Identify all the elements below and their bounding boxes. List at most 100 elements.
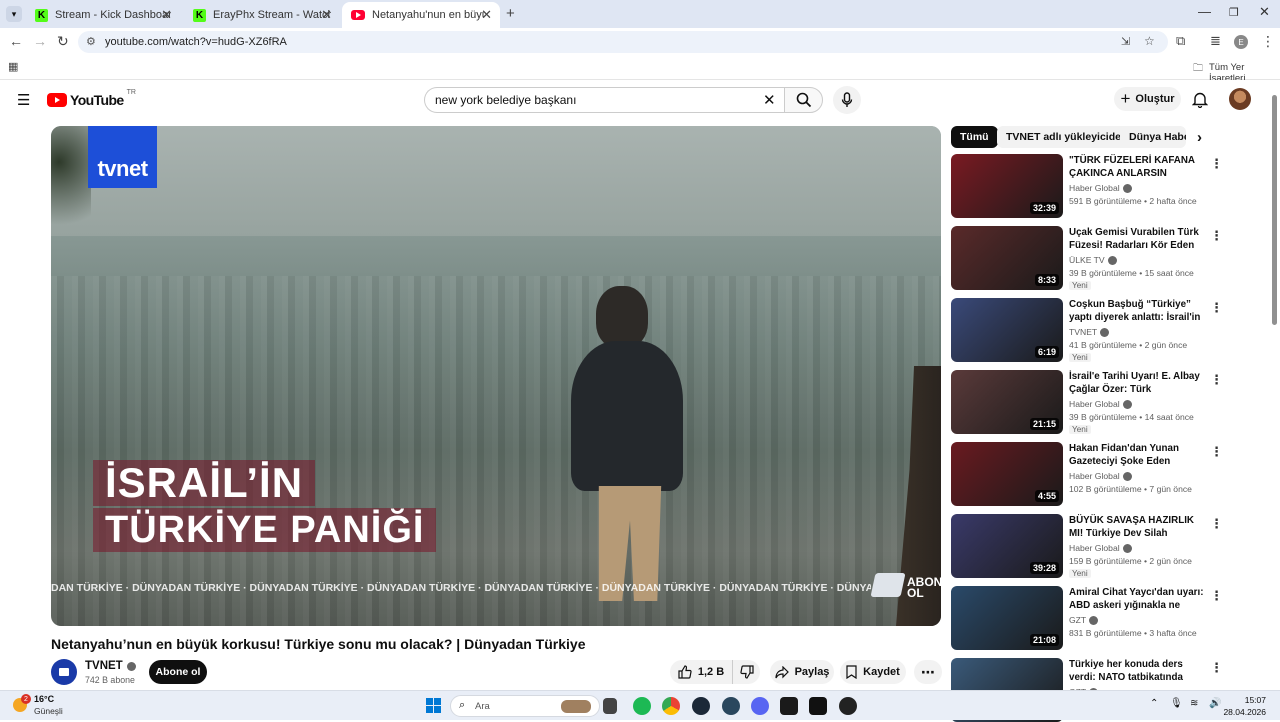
channel-name[interactable]: Haber Global	[1069, 543, 1132, 553]
channel-name[interactable]: Haber Global	[1069, 183, 1132, 193]
more-vertical-icon[interactable]: ⋮	[1210, 444, 1223, 460]
obs-icon[interactable]	[839, 697, 857, 715]
extensions-icon[interactable]: ⧉	[1176, 33, 1185, 49]
menu-kebab-icon[interactable]: ⋮	[1261, 33, 1275, 50]
recommendation-item[interactable]: 6:19 Coşkun Başbuğ “Türkiye” yaptı diyere…	[951, 298, 1271, 362]
weather-desc[interactable]: Güneşli	[34, 706, 63, 716]
more-vertical-icon[interactable]: ⋮	[1210, 588, 1223, 604]
video-title[interactable]: Hakan Fidan'dan Yunan Gazeteciyi Şoke Ed…	[1069, 442, 1205, 468]
video-thumbnail[interactable]: 6:19	[951, 298, 1063, 362]
url-text[interactable]: youtube.com/watch?v=hudG-XZ6fRA	[105, 36, 287, 48]
close-tab-icon[interactable]: ✕	[161, 7, 172, 23]
dislike-button[interactable]	[732, 660, 760, 684]
video-title[interactable]: Türkiye her konuda ders verdi: NATO tatb…	[1069, 658, 1205, 684]
channel-name[interactable]: TVNET	[85, 660, 136, 672]
share-button[interactable]: Paylaş	[770, 660, 834, 684]
notifications-bell-icon[interactable]	[1192, 91, 1208, 108]
recommendation-item[interactable]: 4:55 Hakan Fidan'dan Yunan Gazeteciyi Şok…	[951, 442, 1271, 506]
media-icon[interactable]: ≣	[1210, 33, 1221, 49]
video-title[interactable]: "TÜRK FÜZELERİ KAFANA ÇAKINCA ANLARSIN G…	[1069, 154, 1205, 180]
hamburger-menu-icon[interactable]: ☰	[17, 91, 30, 109]
save-button[interactable]: Kaydet	[840, 660, 906, 684]
minimize-icon[interactable]: —	[1198, 4, 1211, 19]
recommendation-item[interactable]: 21:15 İsrail'e Tarihi Uyarı! E. Albay Çağ…	[951, 370, 1271, 434]
more-vertical-icon[interactable]: ⋮	[1210, 660, 1223, 676]
more-actions-button[interactable]: ⋯	[914, 660, 942, 684]
video-thumbnail[interactable]: 4:55	[951, 442, 1063, 506]
browser-tab-3-active[interactable]: Netanyahu'nun en büyük korkus ✕	[342, 2, 500, 28]
site-info-icon[interactable]: ⚙	[86, 35, 96, 48]
windows-start-icon[interactable]	[426, 698, 441, 713]
close-tab-icon[interactable]: ✕	[321, 7, 332, 23]
reload-icon[interactable]: ↻	[57, 33, 69, 50]
page-scrollbar-thumb[interactable]	[1272, 95, 1277, 325]
chips-next-chevron-icon[interactable]: ›	[1197, 129, 1202, 146]
more-vertical-icon[interactable]: ⋮	[1210, 372, 1223, 388]
channel-name[interactable]: Haber Global	[1069, 471, 1132, 481]
recommendation-item[interactable]: 8:33 Uçak Gemisi Vurabilen Türk Füzesi! R…	[951, 226, 1271, 290]
discord-icon[interactable]	[751, 697, 769, 715]
video-thumbnail[interactable]: 39:28	[951, 514, 1063, 578]
chip-from-uploader[interactable]: TVNET adlı yükleyiciden	[997, 126, 1137, 148]
recommendation-item[interactable]: 21:08 Amiral Cihat Yaycı'dan uyarı: ABD a…	[951, 586, 1271, 650]
clear-search-icon[interactable]: ✕	[763, 91, 776, 109]
task-view-icon[interactable]	[603, 698, 617, 714]
youtube-logo[interactable]: YouTube TR	[47, 89, 136, 108]
tab-search-chevron-icon[interactable]: ▾	[6, 6, 22, 22]
video-thumbnail[interactable]: 32:39	[951, 154, 1063, 218]
spotify-icon[interactable]	[633, 697, 651, 715]
bookmark-star-icon[interactable]: ☆	[1144, 34, 1155, 48]
more-vertical-icon[interactable]: ⋮	[1210, 516, 1223, 532]
more-vertical-icon[interactable]: ⋮	[1210, 228, 1223, 244]
video-title[interactable]: İsrail'e Tarihi Uyarı! E. Albay Çağlar Ö…	[1069, 370, 1205, 396]
video-title[interactable]: Uçak Gemisi Vurabilen Türk Füzesi! Radar…	[1069, 226, 1205, 252]
more-vertical-icon[interactable]: ⋮	[1210, 156, 1223, 172]
video-thumbnail[interactable]: 21:08	[951, 586, 1063, 650]
video-title[interactable]: BÜYÜK SAVAŞA HAZIRLIK MI! Türkiye Dev Si…	[1069, 514, 1205, 540]
apps-grid-icon[interactable]: ▦	[8, 60, 18, 73]
wifi-icon[interactable]: ≋	[1190, 698, 1198, 709]
search-button[interactable]	[784, 87, 823, 113]
install-app-icon[interactable]: ⇲	[1121, 35, 1130, 48]
video-title[interactable]: Amiral Cihat Yaycı'dan uyarı: ABD askeri…	[1069, 586, 1205, 612]
profile-icon[interactable]: E	[1234, 35, 1248, 49]
search-input[interactable]: new york belediye başkanı ✕	[424, 87, 785, 113]
like-button[interactable]: 1,2 B	[670, 660, 732, 684]
browser-tab-2[interactable]: K ErayPhx Stream - Watch Live on ✕	[184, 2, 340, 28]
new-tab-icon[interactable]: +	[506, 5, 515, 22]
channel-name[interactable]: GZT	[1069, 615, 1099, 625]
chrome-icon[interactable]	[662, 697, 680, 715]
forward-icon[interactable]: →	[33, 33, 47, 49]
kick-app-icon[interactable]	[809, 697, 827, 715]
video-thumbnail[interactable]: 21:15	[951, 370, 1063, 434]
tray-chevron-icon[interactable]: ⌃	[1150, 698, 1158, 709]
recommendation-item[interactable]: 32:39 "TÜRK FÜZELERİ KAFANA ÇAKINCA ANLAR…	[951, 154, 1271, 218]
channel-name[interactable]: Haber Global	[1069, 399, 1132, 409]
app-icon[interactable]	[780, 697, 798, 715]
subscribe-button[interactable]: Abone ol	[149, 660, 207, 684]
video-thumbnail[interactable]: 8:33	[951, 226, 1063, 290]
channel-name[interactable]: ÜLKE TV	[1069, 255, 1117, 265]
chip-all[interactable]: Tümü	[951, 126, 998, 148]
close-tab-icon[interactable]: ✕	[481, 7, 492, 23]
account-avatar[interactable]	[1229, 88, 1251, 110]
microphone-tray-icon[interactable]: 🎙	[1170, 698, 1183, 709]
back-icon[interactable]: ←	[9, 33, 23, 49]
channel-name[interactable]: TVNET	[1069, 327, 1110, 337]
steam-icon[interactable]	[692, 697, 710, 715]
video-player[interactable]: tvnet İSRAİL’İN TÜRKİYE PANİĞİ DAN TÜRKİ…	[51, 126, 941, 626]
restore-icon[interactable]: ❐	[1229, 6, 1239, 19]
video-title[interactable]: Coşkun Başbuğ “Türkiye” yaptı diyerek an…	[1069, 298, 1205, 324]
taskbar-search-box[interactable]: ⌕ Ara	[450, 695, 600, 717]
weather-temp[interactable]: 16°C	[34, 694, 54, 704]
channel-avatar[interactable]	[51, 659, 77, 685]
clock-time[interactable]: 15:07	[1228, 695, 1266, 705]
voice-search-button[interactable]	[833, 86, 861, 114]
chip-world-news[interactable]: Dünya Haberl	[1120, 126, 1186, 148]
more-vertical-icon[interactable]: ⋮	[1210, 300, 1223, 316]
steam-2-icon[interactable]	[722, 697, 740, 715]
create-button[interactable]: + Oluştur	[1114, 87, 1181, 111]
omnibox[interactable]: ⚙ youtube.com/watch?v=hudG-XZ6fRA ⇲ ☆	[78, 31, 1168, 53]
browser-tab-1[interactable]: K Stream - Kick Dashboard ✕	[26, 2, 180, 28]
clock-date[interactable]: 28.04.2026	[1218, 707, 1266, 717]
